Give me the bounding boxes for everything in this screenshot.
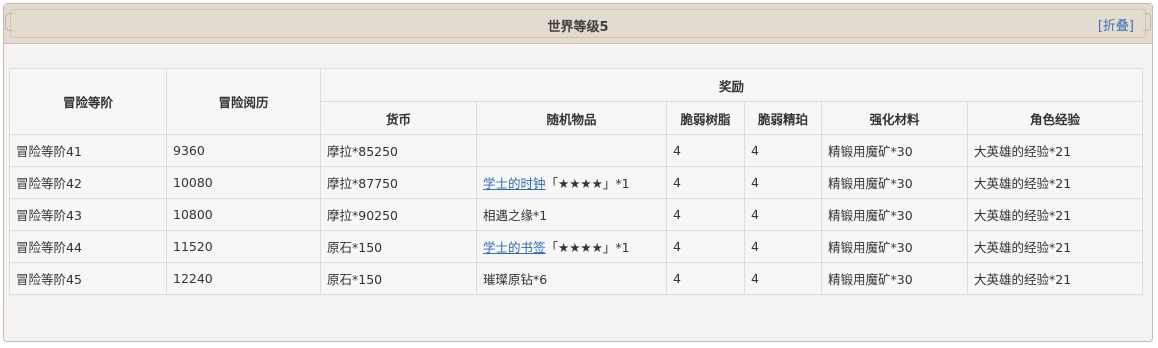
item-link[interactable]: 学士的时钟 [483, 176, 546, 191]
material-cell: 精锻用魔矿*30 [821, 198, 968, 231]
amber-cell: 4 [744, 134, 822, 167]
table-row: 冒险等阶44 11520 原石*150 学士的书签「★★★★」*1 4 4 精锻用魔矿*30… [9, 230, 1143, 263]
amber-cell: 4 [744, 262, 822, 295]
table-row: 冒险等阶41 9360 摩拉*85250 4 4 精锻用魔矿*30 大英雄的经验*21 [9, 134, 1143, 167]
item-text: 「★★★★」*1 [545, 240, 630, 255]
currency-cell: 摩拉*90250 [320, 198, 477, 231]
material-cell: 精锻用魔矿*30 [821, 262, 968, 295]
rank-cell: 冒险等阶43 [9, 198, 167, 231]
collapse-toggle[interactable]: [折叠] [1098, 15, 1134, 34]
table-row: 冒险等阶42 10080 摩拉*87750 学士的时钟「★★★★」*1 4 4 精锻用魔矿*… [9, 166, 1143, 199]
currency-cell: 摩拉*87750 [320, 166, 477, 199]
table-row: 冒险等阶43 10800 摩拉*90250 相遇之缘*1 4 4 精锻用魔矿*30 大英雄的经… [9, 198, 1143, 231]
amber-cell: 4 [744, 230, 822, 263]
material-cell: 精锻用魔矿*30 [821, 134, 968, 167]
currency-cell: 摩拉*85250 [320, 134, 477, 167]
char-exp-cell: 大英雄的经验*21 [967, 166, 1143, 199]
rank-cell: 冒险等阶42 [9, 166, 167, 199]
header-rank: 冒险等阶 [9, 68, 167, 135]
resin-cell: 4 [666, 134, 745, 167]
material-cell: 精锻用魔矿*30 [821, 166, 968, 199]
char-exp-cell: 大英雄的经验*21 [967, 262, 1143, 295]
header-fragile-resin: 脆弱树脂 [666, 101, 745, 135]
random-item-cell: 学士的时钟「★★★★」*1 [476, 166, 667, 199]
header-char-exp: 角色经验 [967, 101, 1143, 135]
header-reward: 奖励 [320, 68, 1143, 102]
char-exp-cell: 大英雄的经验*21 [967, 198, 1143, 231]
header-enhance-material: 强化材料 [821, 101, 968, 135]
rank-cell: 冒险等阶41 [9, 134, 167, 167]
header-exp: 冒险阅历 [166, 68, 321, 135]
resin-cell: 4 [666, 262, 745, 295]
exp-cell: 10800 [166, 198, 321, 231]
currency-cell: 原石*150 [320, 262, 477, 295]
char-exp-cell: 大英雄的经验*21 [967, 134, 1143, 167]
resin-cell: 4 [666, 166, 745, 199]
panel-title: 世界等级5 [547, 20, 609, 35]
random-item-cell: 璀璨原钻*6 [476, 262, 667, 295]
material-cell: 精锻用魔矿*30 [821, 230, 968, 263]
toggle-bracket-close: ] [1128, 19, 1134, 34]
amber-cell: 4 [744, 198, 822, 231]
rank-cell: 冒险等阶44 [9, 230, 167, 263]
currency-cell: 原石*150 [320, 230, 477, 263]
exp-cell: 12240 [166, 262, 321, 295]
exp-cell: 10080 [166, 166, 321, 199]
header-random-item: 随机物品 [476, 101, 667, 135]
item-text: 相遇之缘*1 [483, 208, 548, 223]
exp-cell: 9360 [166, 134, 321, 167]
header-currency: 货币 [320, 101, 477, 135]
exp-cell: 11520 [166, 230, 321, 263]
table-row: 冒险等阶45 12240 原石*150 璀璨原钻*6 4 4 精锻用魔矿*30 大英雄的经验*… [9, 262, 1143, 295]
resin-cell: 4 [666, 198, 745, 231]
random-item-cell: 相遇之缘*1 [476, 198, 667, 231]
header-fragile-amber: 脆弱精珀 [744, 101, 822, 135]
reward-table: 冒险等阶 冒险阅历 奖励 货币 随机物品 脆弱树脂 脆弱精珀 强化材料 角色经验… [9, 68, 1143, 295]
item-text: 璀璨原钻*6 [483, 272, 548, 287]
random-item-cell: 学士的书签「★★★★」*1 [476, 230, 667, 263]
rank-cell: 冒险等阶45 [9, 262, 167, 295]
item-text: 「★★★★」*1 [545, 176, 630, 191]
item-link[interactable]: 学士的书签 [483, 240, 546, 255]
char-exp-cell: 大英雄的经验*21 [967, 230, 1143, 263]
amber-cell: 4 [744, 166, 822, 199]
collapse-link[interactable]: 折叠 [1103, 19, 1129, 34]
resin-cell: 4 [666, 230, 745, 263]
panel-header: 世界等级5 [折叠] [4, 4, 1152, 44]
random-item-cell [476, 134, 667, 167]
